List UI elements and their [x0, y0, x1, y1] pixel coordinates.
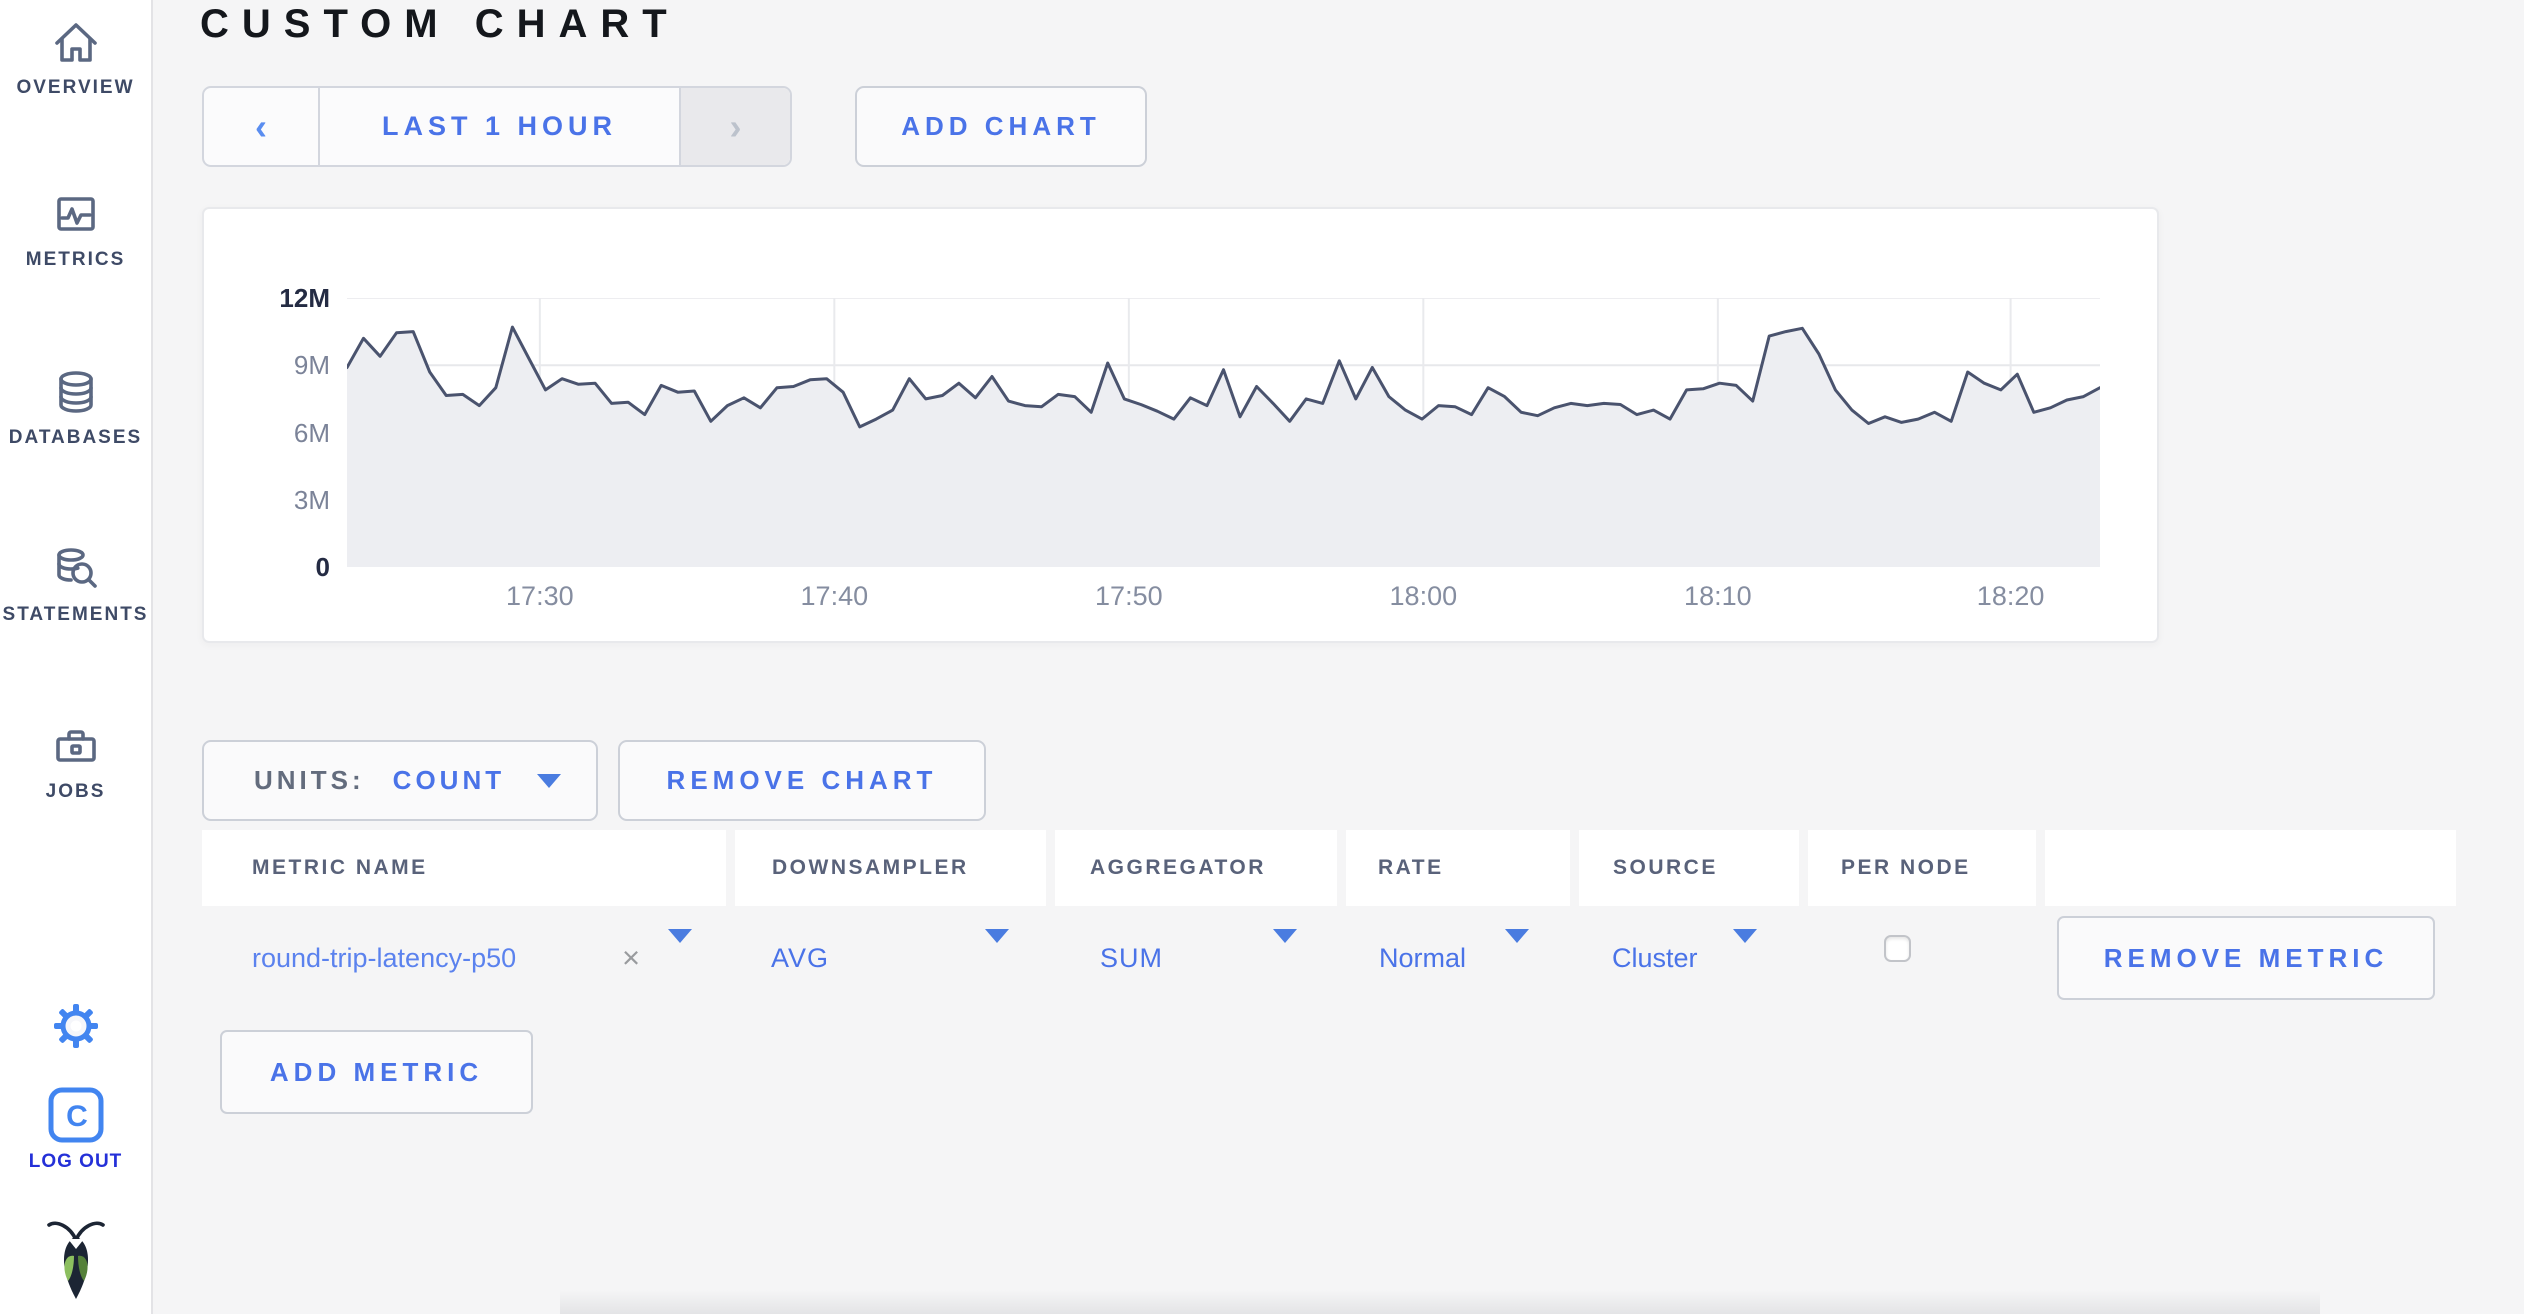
downsampler-value[interactable]: AVG — [771, 916, 829, 1000]
metric-name-value[interactable]: round-trip-latency-p50 — [252, 916, 516, 1000]
x-axis-tick-label: 18:20 — [1976, 581, 2045, 611]
downsampler-dropdown-caret[interactable] — [985, 929, 1009, 961]
cockroach-logo — [0, 1216, 151, 1304]
sidebar-item-label: JOBS — [45, 781, 106, 802]
user-initial-icon: C — [48, 1087, 103, 1143]
chevron-down-icon — [1505, 929, 1529, 960]
y-axis-tick-label: 12M — [279, 283, 330, 313]
chevron-down-icon — [1273, 929, 1297, 960]
clear-metric-button[interactable]: × — [622, 916, 640, 1000]
x-axis-tick-label: 17:50 — [1095, 581, 1163, 611]
page-title: CUSTOM CHART — [200, 2, 680, 46]
sidebar-item-label: STATEMENTS — [2, 604, 149, 625]
home-icon — [54, 23, 97, 62]
y-axis-tick-label: 0 — [315, 552, 330, 582]
cockroach-logo-icon — [46, 1221, 105, 1299]
y-axis-labels: 12M 9M 6M 3M 0 — [204, 283, 330, 582]
metrics-icon — [56, 197, 95, 231]
rate-value[interactable]: Normal — [1379, 916, 1466, 1000]
units-label: UNITS: — [254, 765, 365, 795]
sidebar-item-label: OVERVIEW — [16, 77, 135, 98]
source-value[interactable]: Cluster — [1612, 916, 1698, 1000]
x-axis-tick-label: 17:40 — [800, 581, 869, 611]
database-icon — [58, 371, 93, 413]
sidebar-item-overview[interactable]: OVERVIEW — [0, 16, 151, 99]
y-axis-tick-label: 3M — [293, 484, 330, 515]
chart-plot-area — [345, 297, 2102, 567]
column-header-metric-name: METRIC NAME — [202, 830, 726, 906]
time-range-prev-button[interactable]: ‹ — [204, 88, 320, 165]
metric-name-dropdown-caret[interactable] — [668, 929, 692, 961]
remove-chart-button[interactable]: REMOVE CHART — [618, 740, 986, 821]
settings-button[interactable] — [0, 1000, 151, 1052]
column-header-downsampler: DOWNSAMPLER — [735, 830, 1046, 906]
time-range-next-button[interactable]: › — [679, 88, 790, 165]
sidebar-item-metrics[interactable]: METRICS — [0, 188, 151, 271]
svg-text:C: C — [66, 1100, 88, 1133]
logout-label: LOG OUT — [28, 1151, 123, 1172]
remove-metric-button[interactable]: REMOVE METRIC — [2057, 916, 2435, 1000]
chevron-down-icon — [1733, 929, 1757, 960]
sidebar: OVERVIEW METRICS DATABASES STATEMENTS JO… — [0, 0, 153, 1314]
column-header-rate: RATE — [1346, 830, 1570, 906]
chevron-left-icon: ‹ — [255, 105, 267, 147]
chevron-right-icon: › — [729, 105, 742, 147]
briefcase-icon — [55, 730, 96, 762]
x-axis-tick-label: 18:00 — [1389, 581, 1458, 611]
y-axis-tick-label: 9M — [293, 350, 330, 381]
per-node-checkbox[interactable] — [1884, 935, 1911, 962]
scroll-edge-shadow — [560, 1290, 2320, 1314]
source-dropdown-caret[interactable] — [1733, 929, 1757, 961]
chart-panel: 12M 9M 6M 3M 0 17:30 17:40 17:50 18:00 18:10 18:2… — [202, 207, 2159, 643]
gear-icon — [53, 1004, 98, 1048]
sidebar-item-jobs[interactable]: JOBS — [0, 720, 151, 803]
column-header-aggregator: AGGREGATOR — [1055, 830, 1337, 906]
sidebar-item-label: DATABASES — [8, 427, 143, 448]
units-dropdown[interactable]: UNITS: COUNT — [202, 740, 598, 821]
x-axis-tick-label: 18:10 — [1684, 581, 1752, 611]
chevron-down-icon — [668, 929, 692, 960]
sidebar-item-label: METRICS — [25, 249, 126, 270]
logout-button[interactable]: C LOG OUT — [0, 1086, 151, 1173]
column-header-per-node: PER NODE — [1808, 830, 2036, 906]
statements-icon — [56, 548, 97, 588]
x-axis-tick-label: 17:30 — [506, 581, 574, 611]
x-axis-labels: 17:30 17:40 17:50 18:00 18:10 18:20 — [347, 581, 2100, 615]
area-chart — [345, 297, 2102, 567]
column-header-source: SOURCE — [1579, 830, 1799, 906]
aggregator-value[interactable]: SUM — [1100, 916, 1163, 1000]
chevron-down-icon — [985, 929, 1009, 960]
time-range-label[interactable]: LAST 1 HOUR — [320, 88, 679, 165]
units-value: COUNT — [392, 765, 506, 795]
column-header-actions — [2045, 830, 2456, 906]
add-chart-button[interactable]: ADD CHART — [855, 86, 1147, 167]
sidebar-item-databases[interactable]: DATABASES — [0, 366, 151, 449]
aggregator-dropdown-caret[interactable] — [1273, 929, 1297, 961]
time-range-selector: ‹ LAST 1 HOUR › — [202, 86, 792, 167]
sidebar-item-statements[interactable]: STATEMENTS — [0, 543, 151, 626]
rate-dropdown-caret[interactable] — [1505, 929, 1529, 961]
y-axis-tick-label: 6M — [293, 417, 330, 448]
chevron-down-icon — [537, 773, 562, 788]
add-metric-button[interactable]: ADD METRIC — [220, 1030, 533, 1114]
